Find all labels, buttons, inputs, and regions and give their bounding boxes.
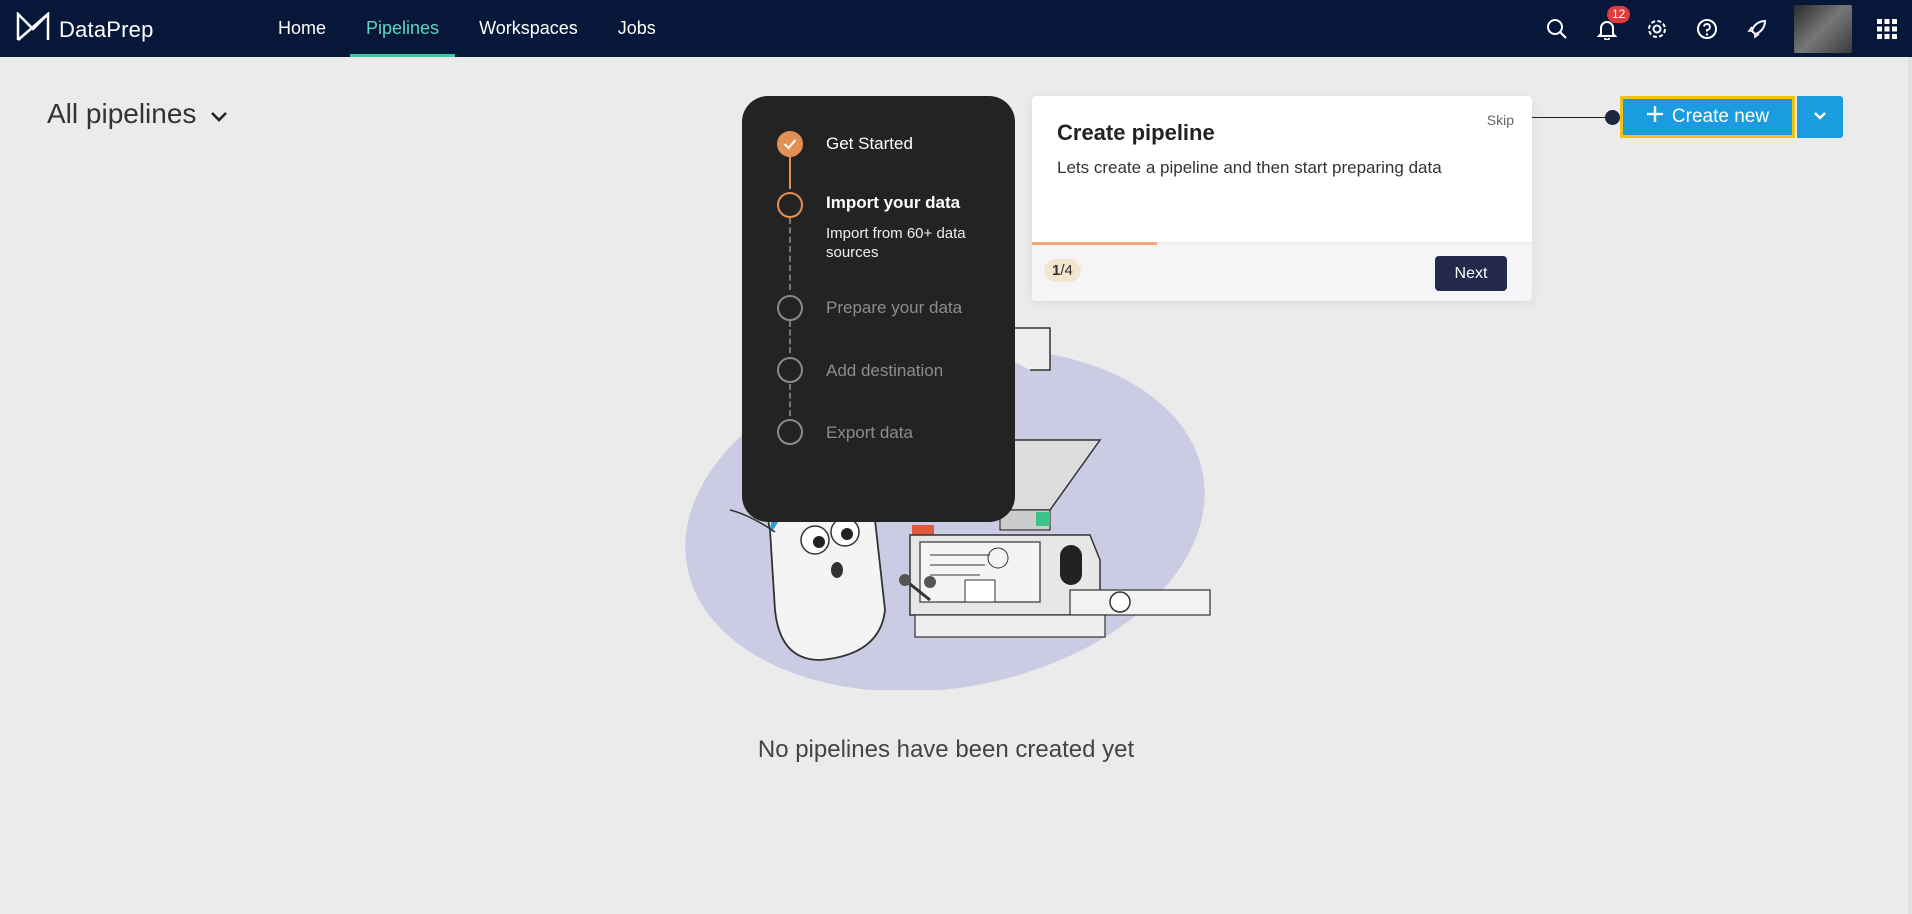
step-2-title: Import your data	[826, 193, 961, 212]
step-counter-total: /4	[1060, 262, 1073, 279]
step-1-title: Get Started	[826, 134, 913, 153]
create-options-dropdown[interactable]	[1797, 96, 1843, 138]
step-4-title: Add destination	[826, 361, 944, 380]
step-2-description: Import from 60+ data sources	[826, 225, 966, 261]
gear-icon[interactable]	[1644, 16, 1670, 42]
nav-item-pipelines[interactable]: Pipelines	[350, 0, 456, 57]
step-connector	[789, 218, 791, 290]
tour-footer: 1/4 Next	[1032, 245, 1532, 301]
tour-title: Create pipeline	[1057, 120, 1215, 145]
brand-name: DataPrep	[59, 16, 154, 42]
nav-item-workspaces[interactable]: Workspaces	[463, 0, 594, 57]
search-icon[interactable]	[1544, 16, 1570, 42]
step-current-circle	[777, 192, 803, 218]
notification-badge: 12	[1607, 5, 1631, 23]
nav-item-label: Home	[278, 18, 327, 38]
nav-item-home[interactable]: Home	[262, 0, 342, 57]
onboarding-steps-panel: Get Started Import your data Import from…	[742, 96, 1015, 522]
scrollbar[interactable]	[1908, 57, 1912, 914]
bell-icon[interactable]: 12	[1594, 5, 1631, 42]
step-pending-circle	[777, 295, 803, 321]
create-new-label: Create new	[1671, 106, 1770, 127]
plus-icon	[1646, 105, 1664, 129]
skip-link[interactable]: Skip	[1487, 112, 1514, 128]
top-actions: 12	[1520, 0, 1912, 57]
page-title: All pipelines	[47, 98, 197, 129]
brand[interactable]: DataPrep	[16, 10, 154, 47]
top-navbar: DataPrep Home Pipelines Workspaces Jobs …	[0, 0, 1912, 57]
step-pending-circle	[777, 419, 803, 445]
avatar[interactable]	[1794, 4, 1852, 53]
apps-grid-icon[interactable]	[1874, 16, 1900, 42]
tour-pointer-line	[1532, 117, 1612, 118]
step-counter: 1/4	[1044, 259, 1081, 282]
tour-pointer-dot	[1605, 110, 1620, 125]
nav-item-label: Workspaces	[479, 18, 578, 38]
next-button[interactable]: Next	[1435, 256, 1507, 291]
help-icon[interactable]	[1694, 16, 1720, 42]
step-connector	[789, 321, 791, 353]
tour-description: Lets create a pipeline and then start pr…	[1057, 158, 1442, 177]
nav-item-jobs[interactable]: Jobs	[602, 0, 672, 57]
step-pending-circle	[777, 357, 803, 383]
create-new-button[interactable]: Create new	[1620, 96, 1795, 138]
step-3-title: Prepare your data	[826, 298, 963, 317]
pipeline-filter-dropdown[interactable]: All pipelines	[47, 98, 228, 130]
dataprep-logo-icon	[16, 10, 50, 47]
tour-card: Create pipeline Lets create a pipeline a…	[1032, 96, 1532, 301]
nav-item-label: Pipelines	[366, 18, 440, 38]
main-nav: Home Pipelines Workspaces Jobs	[262, 0, 680, 57]
create-new-group: Create new	[1620, 96, 1843, 138]
step-connector	[789, 384, 791, 416]
step-done-check-icon	[777, 131, 803, 157]
empty-state-message: No pipelines have been created yet	[757, 736, 1135, 763]
step-5-title: Export data	[826, 423, 913, 442]
chevron-down-icon	[1813, 108, 1827, 126]
nav-item-label: Jobs	[617, 18, 656, 38]
chevron-down-icon	[210, 98, 228, 130]
rocket-icon[interactable]	[1744, 16, 1770, 42]
